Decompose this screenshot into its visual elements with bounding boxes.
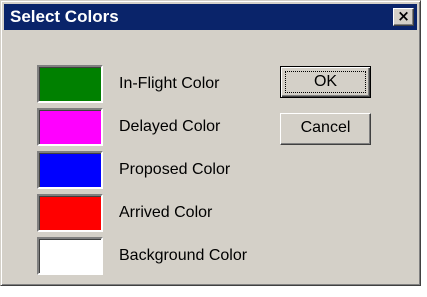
proposed-color-swatch[interactable] [37, 151, 103, 189]
arrived-color-swatch[interactable] [37, 194, 103, 232]
title-bar[interactable]: Select Colors × [4, 4, 417, 30]
background-color-label: Background Color [119, 247, 248, 264]
arrived-color-label: Arrived Color [119, 204, 213, 221]
ok-button[interactable]: OK [280, 66, 371, 98]
close-icon: × [397, 7, 410, 25]
in-flight-color-swatch[interactable] [37, 65, 103, 103]
cancel-button-label: Cancel [300, 119, 351, 136]
ok-button-label: OK [313, 73, 338, 90]
proposed-color-label: Proposed Color [119, 161, 231, 178]
window-title: Select Colors [10, 7, 119, 26]
cancel-button[interactable]: Cancel [280, 113, 371, 145]
close-button[interactable]: × [393, 8, 414, 26]
background-color-swatch[interactable] [37, 237, 103, 275]
ok-focus-rect: OK [285, 71, 366, 93]
select-colors-dialog: Select Colors × In-Flight Color Delayed … [0, 0, 421, 286]
delayed-color-label: Delayed Color [119, 118, 221, 135]
delayed-color-swatch[interactable] [37, 108, 103, 146]
in-flight-color-label: In-Flight Color [119, 75, 220, 92]
